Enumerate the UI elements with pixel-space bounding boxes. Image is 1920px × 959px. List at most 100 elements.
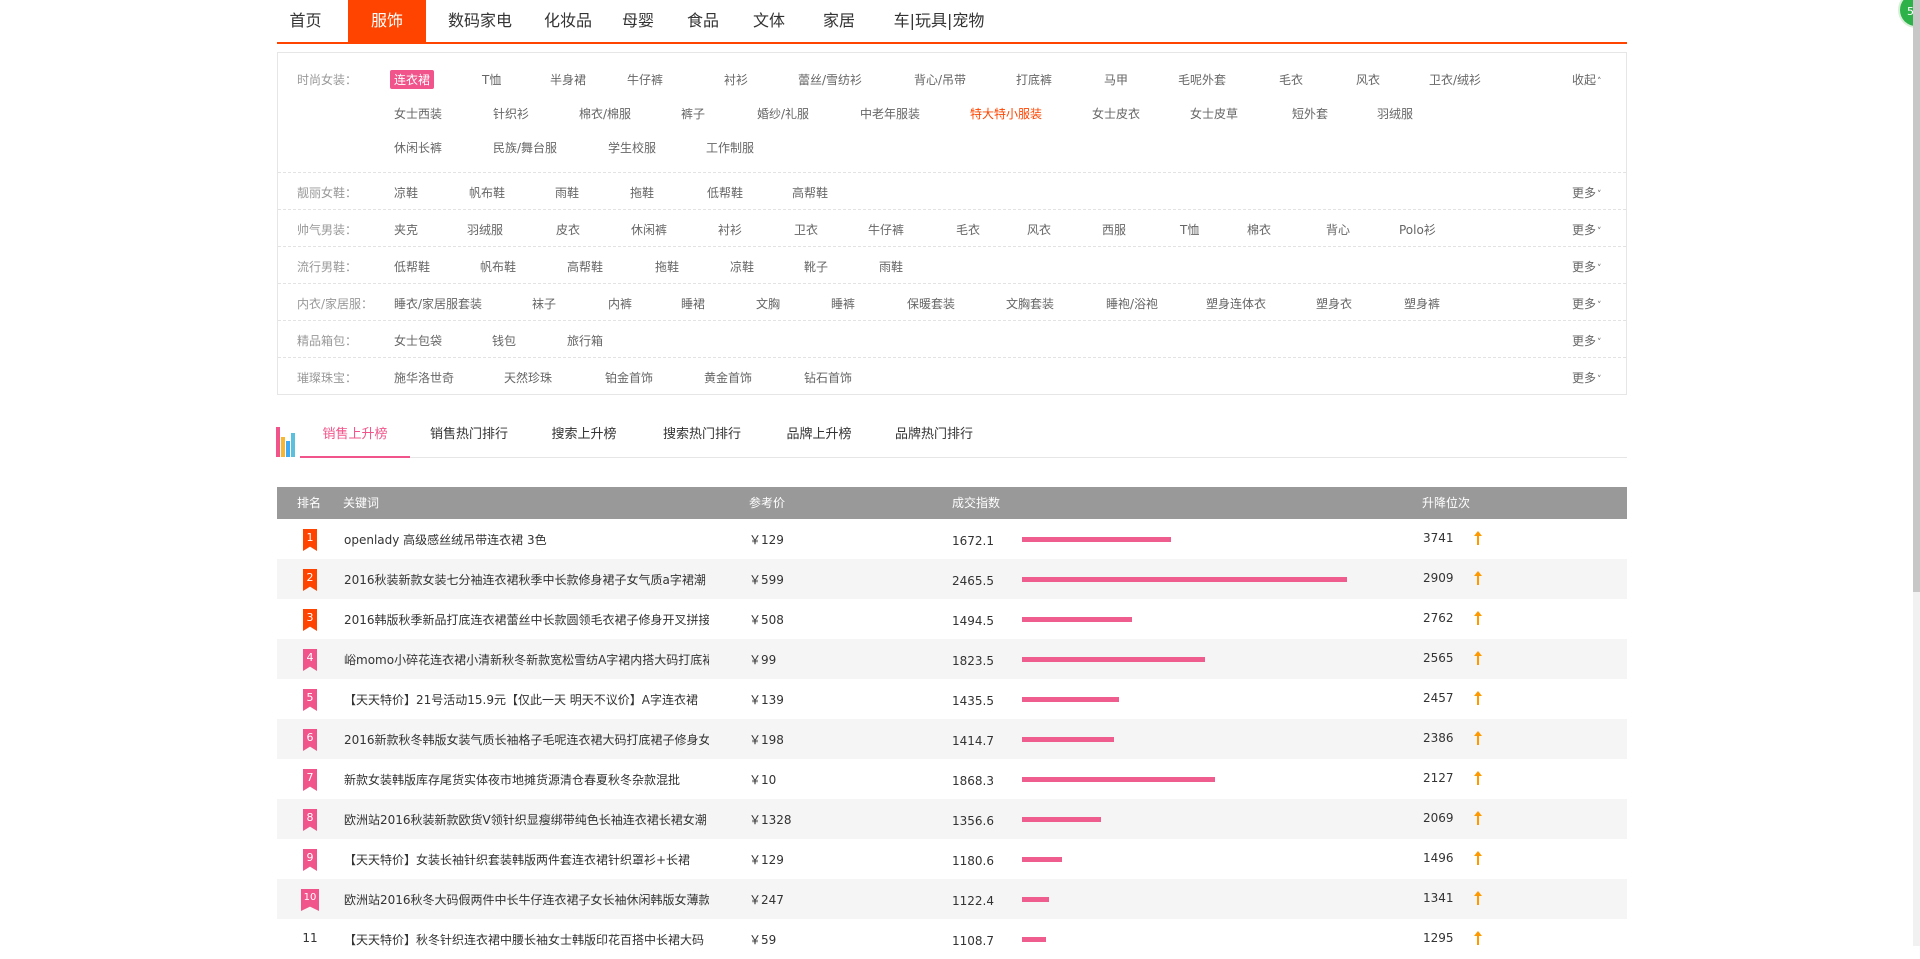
scrollbar-thumb[interactable] [1913, 0, 1920, 592]
more-button[interactable]: 更多˅ [1572, 258, 1602, 275]
category-link[interactable]: 睡裤 [831, 295, 855, 312]
category-link[interactable]: 牛仔裤 [868, 221, 904, 238]
category-link[interactable]: 凉鞋 [730, 258, 754, 275]
category-link[interactable]: 文胸 [756, 295, 780, 312]
category-link[interactable]: 凉鞋 [394, 184, 418, 201]
nav-tab[interactable]: 家居 [807, 0, 871, 42]
category-link[interactable]: 塑身裤 [1404, 295, 1440, 312]
category-link[interactable]: 休闲裤 [631, 221, 667, 238]
category-link[interactable]: 高帮鞋 [567, 258, 603, 275]
category-link[interactable]: 特大特小服装 [970, 105, 1042, 122]
category-link[interactable]: 棉衣/棉服 [579, 105, 631, 122]
category-link[interactable]: 牛仔裤 [627, 71, 663, 88]
category-link[interactable]: Polo衫 [1399, 221, 1436, 238]
category-link[interactable]: 钱包 [492, 332, 516, 349]
category-link[interactable]: 拖鞋 [630, 184, 654, 201]
keyword-link[interactable]: 【天天特价】女装长袖针织套装韩版两件套连衣裙针织罩衫+长裙 [344, 851, 690, 868]
category-link[interactable]: 中老年服装 [860, 105, 920, 122]
category-link[interactable]: 袜子 [532, 295, 556, 312]
category-link[interactable]: 睡袍/浴袍 [1106, 295, 1158, 312]
category-link[interactable]: 风衣 [1027, 221, 1051, 238]
category-link[interactable]: 裤子 [681, 105, 705, 122]
rank-tab[interactable]: 销售上升榜 [300, 418, 410, 458]
nav-tab[interactable]: 文体 [738, 0, 800, 42]
nav-tab[interactable]: 服饰 [348, 0, 426, 42]
keyword-link[interactable]: 2016新款秋冬韩版女装气质长袖格子毛呢连衣裙大码打底裙子修身女 [344, 731, 709, 748]
nav-tab[interactable]: 车|玩具|宠物 [877, 0, 1001, 42]
category-link[interactable]: 羽绒服 [1377, 105, 1413, 122]
category-link[interactable]: 皮衣 [556, 221, 580, 238]
category-link[interactable]: 雨鞋 [879, 258, 903, 275]
category-link[interactable]: 毛呢外套 [1178, 71, 1226, 88]
category-link[interactable]: 婚纱/礼服 [757, 105, 809, 122]
collapse-button[interactable]: 收起˄ [1572, 71, 1602, 88]
category-link[interactable]: 钻石首饰 [804, 369, 852, 386]
category-link[interactable]: 帆布鞋 [469, 184, 505, 201]
category-link[interactable]: 内裤 [608, 295, 632, 312]
keyword-link[interactable]: 2016秋装新款女装七分袖连衣裙秋季中长款修身裙子女气质a字裙潮 [344, 571, 706, 588]
nav-tab[interactable]: 首页 [277, 0, 334, 42]
category-link[interactable]: 棉衣 [1247, 221, 1271, 238]
more-button[interactable]: 更多˅ [1572, 295, 1602, 312]
nav-tab[interactable]: 数码家电 [435, 0, 525, 42]
keyword-link[interactable]: 【天天特价】21号活动15.9元【仅此一天 明天不议价】A字连衣裙 [344, 691, 698, 708]
category-link[interactable]: 毛衣 [1279, 71, 1303, 88]
category-link[interactable]: 天然珍珠 [504, 369, 552, 386]
category-link[interactable]: 短外套 [1292, 105, 1328, 122]
keyword-link[interactable]: 2016韩版秋季新品打底连衣裙蕾丝中长款圆领毛衣裙子修身开叉拼接 [344, 611, 709, 628]
more-button[interactable]: 更多˅ [1572, 221, 1602, 238]
keyword-link[interactable]: 欧洲站2016秋冬大码假两件中长牛仔连衣裙子女长袖休闲韩版女薄款 [344, 891, 709, 908]
keyword-link[interactable]: openlady 高级感丝绒吊带连衣裙 3色 [344, 531, 547, 548]
category-link[interactable]: 针织衫 [493, 105, 529, 122]
rank-tab[interactable]: 品牌热门排行 [886, 418, 982, 456]
category-link[interactable]: 毛衣 [956, 221, 980, 238]
category-link[interactable]: 学生校服 [608, 139, 656, 156]
more-button[interactable]: 更多˅ [1572, 369, 1602, 386]
category-link[interactable]: 打底裤 [1016, 71, 1052, 88]
category-link[interactable]: 低帮鞋 [394, 258, 430, 275]
rank-tab[interactable]: 销售热门排行 [422, 418, 516, 456]
category-link[interactable]: 卫衣 [794, 221, 818, 238]
category-link[interactable]: 夹克 [394, 221, 418, 238]
category-link[interactable]: 拖鞋 [655, 258, 679, 275]
rank-tab[interactable]: 品牌上升榜 [776, 418, 862, 456]
more-button[interactable]: 更多˅ [1572, 184, 1602, 201]
nav-tab[interactable]: 化妆品 [533, 0, 603, 42]
category-link[interactable]: 靴子 [804, 258, 828, 275]
category-link[interactable]: 衬衫 [724, 71, 748, 88]
category-link[interactable]: 保暖套装 [907, 295, 955, 312]
category-link[interactable]: 帆布鞋 [480, 258, 516, 275]
category-link[interactable]: T恤 [482, 71, 501, 88]
keyword-link[interactable]: 新款女装韩版库存尾货实体夜市地摊货源清仓春夏秋冬杂款混批 [344, 771, 680, 788]
rank-tab[interactable]: 搜索上升榜 [540, 418, 628, 456]
category-link[interactable]: 衬衫 [718, 221, 742, 238]
category-link[interactable]: 塑身连体衣 [1206, 295, 1266, 312]
category-link[interactable]: 女士包袋 [394, 332, 442, 349]
keyword-link[interactable]: 峪momo小碎花连衣裙小清新秋冬新款宽松雪纺A字裙内搭大码打底裙 [344, 651, 709, 668]
rank-tab[interactable]: 搜索热门排行 [652, 418, 752, 456]
category-link[interactable]: 蕾丝/雪纺衫 [798, 71, 862, 88]
category-link[interactable]: 工作制服 [706, 139, 754, 156]
category-link[interactable]: 雨鞋 [555, 184, 579, 201]
category-link[interactable]: 马甲 [1104, 71, 1128, 88]
category-link[interactable]: 休闲长裤 [394, 139, 442, 156]
category-link[interactable]: 西服 [1102, 221, 1126, 238]
category-link[interactable]: 高帮鞋 [792, 184, 828, 201]
category-link[interactable]: 施华洛世奇 [394, 369, 454, 386]
category-link[interactable]: 睡衣/家居服套装 [394, 295, 482, 312]
category-link[interactable]: 连衣裙 [390, 70, 435, 89]
category-link[interactable]: 风衣 [1356, 71, 1380, 88]
category-link[interactable]: 背心 [1326, 221, 1350, 238]
more-button[interactable]: 更多˅ [1572, 332, 1602, 349]
category-link[interactable]: 黄金首饰 [704, 369, 752, 386]
category-link[interactable]: 女士皮衣 [1092, 105, 1140, 122]
category-link[interactable]: 女士皮草 [1190, 105, 1238, 122]
keyword-link[interactable]: 【天天特价】秋冬针织连衣裙中腰长袖女士韩版印花百搭中长裙大码 [344, 931, 704, 948]
category-link[interactable]: 旅行箱 [567, 332, 603, 349]
nav-tab[interactable]: 母婴 [610, 0, 666, 42]
category-link[interactable]: 女士西装 [394, 105, 442, 122]
category-link[interactable]: 睡裙 [681, 295, 705, 312]
category-link[interactable]: 卫衣/绒衫 [1429, 71, 1481, 88]
category-link[interactable]: 羽绒服 [467, 221, 503, 238]
category-link[interactable]: 背心/吊带 [914, 71, 966, 88]
